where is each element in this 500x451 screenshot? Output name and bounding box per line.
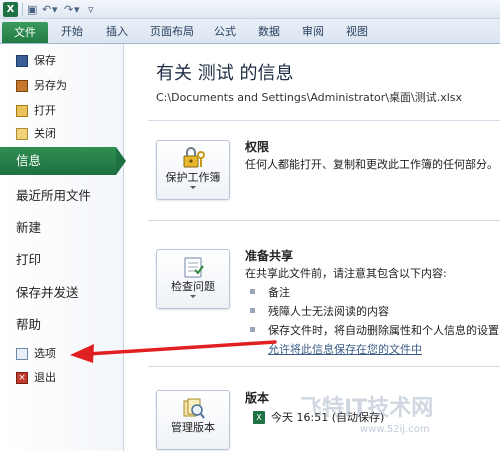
save-as-icon — [16, 80, 28, 92]
nav-item-exit[interactable]: × 退出 — [16, 370, 56, 386]
tab-review[interactable]: 审阅 — [302, 24, 324, 40]
chevron-down-icon — [190, 295, 196, 298]
nav-item-recent[interactable]: 最近所用文件 — [16, 187, 91, 205]
excel-icon[interactable]: X — [3, 2, 18, 17]
watermark: 飞特IT技术网 — [300, 396, 434, 421]
nav-item-open[interactable]: 打开 — [16, 103, 56, 119]
lock-key-icon — [183, 147, 205, 168]
share-title: 准备共享 — [245, 249, 294, 263]
red-arrow-annotation — [70, 340, 277, 363]
quick-access-separator — [22, 3, 23, 16]
nav-item-options[interactable]: 选项 — [16, 346, 56, 362]
tab-view[interactable]: 视图 — [346, 24, 368, 40]
divider — [148, 120, 500, 121]
divider — [148, 220, 500, 221]
nav-item-close[interactable]: 关闭 — [16, 126, 56, 142]
share-bullet: 残障人士无法阅读的内容 — [268, 305, 389, 318]
nav-item-save-as-label: 另存为 — [34, 79, 67, 92]
nav-item-save-label: 保存 — [34, 54, 56, 67]
nav-item-print[interactable]: 打印 — [16, 251, 41, 269]
nav-item-save-as[interactable]: 另存为 — [16, 78, 67, 94]
share-bullet: 备注 — [268, 286, 290, 299]
tab-home[interactable]: 开始 — [61, 24, 83, 40]
chevron-down-icon — [190, 186, 196, 189]
excel-file-icon: X — [253, 411, 265, 424]
manage-versions-button[interactable]: 管理版本 — [156, 390, 230, 450]
permissions-title: 权限 — [245, 140, 270, 154]
exit-icon: × — [16, 372, 28, 384]
bullet — [250, 308, 255, 313]
save-icon — [16, 55, 28, 67]
tab-page-layout[interactable]: 页面布局 — [150, 24, 194, 40]
tab-data[interactable]: 数据 — [258, 24, 280, 40]
nav-item-help[interactable]: 帮助 — [16, 316, 41, 334]
versions-title: 版本 — [245, 391, 270, 405]
options-icon — [16, 348, 28, 360]
nav-item-save-send[interactable]: 保存并发送 — [16, 284, 79, 302]
share-bullet: 保存文件时，将自动删除属性和个人信息的设置 — [268, 324, 499, 337]
redo-dropdown-icon[interactable]: ▾ — [74, 2, 80, 17]
permissions-description: 任何人都能打开、复制和更改此工作簿的任何部分。 — [245, 158, 498, 171]
file-path: C:\Documents and Settings\Administrator\… — [156, 91, 463, 104]
watermark-url: www.52ij.com — [360, 424, 430, 435]
tab-file[interactable]: 文件 — [2, 22, 48, 43]
undo-dropdown-icon[interactable]: ▾ — [52, 2, 58, 17]
close-folder-icon — [16, 128, 28, 140]
protect-workbook-button[interactable]: 保护工作簿 — [156, 140, 230, 200]
nav-item-new[interactable]: 新建 — [16, 219, 41, 237]
save-icon[interactable]: ▣ — [27, 2, 37, 17]
check-issues-label: 检查问题 — [171, 280, 215, 293]
manage-versions-label: 管理版本 — [171, 421, 215, 434]
nav-item-options-label: 选项 — [34, 347, 56, 360]
undo-icon[interactable]: ↶ — [42, 2, 51, 17]
versions-icon — [183, 398, 205, 419]
nav-item-open-label: 打开 — [34, 104, 56, 117]
tab-insert[interactable]: 插入 — [106, 24, 128, 40]
tab-formulas[interactable]: 公式 — [214, 24, 236, 40]
share-description: 在共享此文件前，请注意其包含以下内容: — [245, 267, 447, 280]
nav-item-close-label: 关闭 — [34, 127, 56, 140]
allow-save-info-link[interactable]: 允许将此信息保存在您的文件中 — [268, 342, 422, 357]
bullet — [250, 289, 255, 294]
nav-item-save[interactable]: 保存 — [16, 53, 56, 69]
customize-dropdown-icon[interactable]: ▿ — [88, 2, 94, 17]
open-folder-icon — [16, 105, 28, 117]
check-issues-button[interactable]: 检查问题 — [156, 249, 230, 309]
redo-icon[interactable]: ↷ — [64, 2, 73, 17]
nav-active-indicator — [116, 147, 126, 175]
check-document-icon — [184, 257, 204, 278]
protect-workbook-label: 保护工作簿 — [165, 171, 221, 184]
page-title: 有关 测试 的信息 — [156, 63, 294, 84]
nav-item-info-label: 信息 — [16, 153, 42, 168]
nav-item-exit-label: 退出 — [34, 371, 56, 384]
